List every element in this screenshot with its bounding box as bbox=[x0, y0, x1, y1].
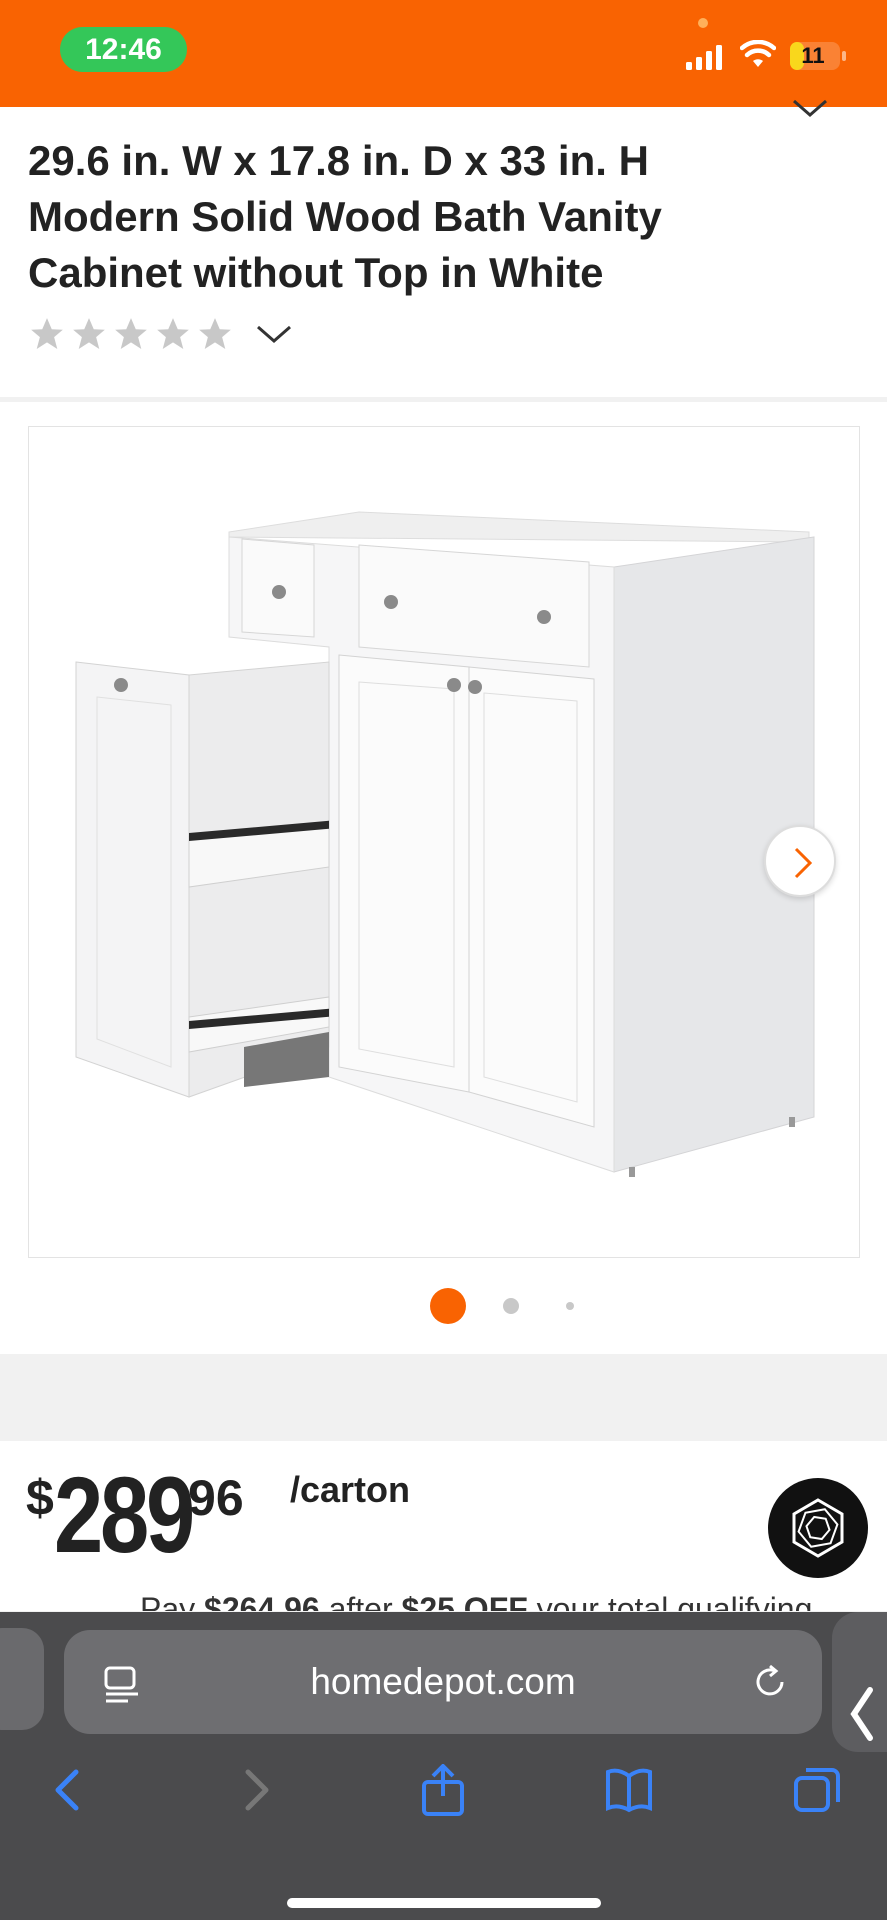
carousel-dot[interactable] bbox=[503, 1298, 519, 1314]
chevron-down-icon[interactable] bbox=[790, 95, 830, 121]
reload-icon[interactable] bbox=[750, 1662, 790, 1702]
price-dollars: 289 bbox=[53, 1454, 195, 1575]
chevron-left-icon bbox=[850, 1687, 873, 1741]
star-icon bbox=[31, 318, 63, 350]
star-icon bbox=[157, 318, 189, 350]
share-icon[interactable] bbox=[418, 1764, 468, 1816]
bookmarks-icon[interactable] bbox=[604, 1764, 654, 1816]
product-title: 29.6 in. W x 17.8 in. D x 33 in. H Moder… bbox=[28, 137, 662, 296]
promo-discount: $25 OFF bbox=[401, 1591, 528, 1611]
status-time[interactable]: 12:46 bbox=[60, 27, 187, 72]
product-price: $ 289 96 bbox=[26, 1461, 244, 1569]
chat-assistant-button[interactable] bbox=[768, 1478, 868, 1578]
chevron-right-icon bbox=[794, 847, 813, 879]
page: 12:46 11 29.6 in. W x 17.8 in. D x 33 in… bbox=[0, 0, 887, 1920]
price-currency: $ bbox=[26, 1470, 54, 1526]
promo-text: Pay $264.96 after $25 OFF your total qua… bbox=[140, 1591, 812, 1611]
address-bar[interactable]: homedepot.com bbox=[64, 1630, 822, 1734]
product-header: 29.6 in. W x 17.8 in. D x 33 in. H Moder… bbox=[0, 99, 887, 397]
star-icon bbox=[115, 318, 147, 350]
next-image-button[interactable] bbox=[764, 825, 836, 897]
product-gallery bbox=[0, 402, 887, 1354]
promo-suffix: your total qualifying bbox=[527, 1591, 813, 1611]
previous-tab-preview[interactable] bbox=[0, 1628, 44, 1730]
back-icon[interactable] bbox=[42, 1764, 92, 1816]
battery-percentage: 11 bbox=[801, 43, 825, 68]
chevron-down-icon[interactable] bbox=[254, 321, 294, 347]
forward-icon[interactable] bbox=[232, 1764, 282, 1816]
vanity-cabinet-image bbox=[75, 511, 815, 1177]
privacy-indicator-dot bbox=[698, 18, 708, 28]
tabs-icon[interactable] bbox=[792, 1764, 842, 1816]
battery-cap bbox=[842, 51, 846, 61]
promo-mid: after bbox=[319, 1591, 402, 1611]
url-text: homedepot.com bbox=[310, 1661, 576, 1702]
price-unit: /carton bbox=[290, 1469, 411, 1510]
carousel-dot[interactable] bbox=[566, 1302, 574, 1310]
promo-amount: $264.96 bbox=[204, 1591, 320, 1611]
home-indicator bbox=[287, 1898, 601, 1908]
star-icon bbox=[73, 318, 105, 350]
product-image[interactable] bbox=[28, 426, 860, 1258]
chat-assistant-icon bbox=[792, 1498, 844, 1558]
promo-prefix: Pay bbox=[140, 1591, 205, 1611]
battery-icon: 11 bbox=[790, 42, 840, 70]
wifi-icon bbox=[740, 40, 776, 67]
product-rating[interactable] bbox=[28, 315, 294, 353]
carousel-dots bbox=[0, 1286, 887, 1326]
price-cents: 96 bbox=[188, 1470, 244, 1526]
price-section: $ 289 96 /carton Pay $264.96 after $25 O… bbox=[0, 1441, 887, 1611]
status-bar: 12:46 11 bbox=[0, 0, 887, 107]
cellular-signal-icon bbox=[686, 45, 722, 70]
carousel-dot-active[interactable] bbox=[430, 1288, 466, 1324]
star-icon bbox=[199, 318, 231, 350]
safari-toolbar: homedepot.com bbox=[0, 1612, 887, 1920]
